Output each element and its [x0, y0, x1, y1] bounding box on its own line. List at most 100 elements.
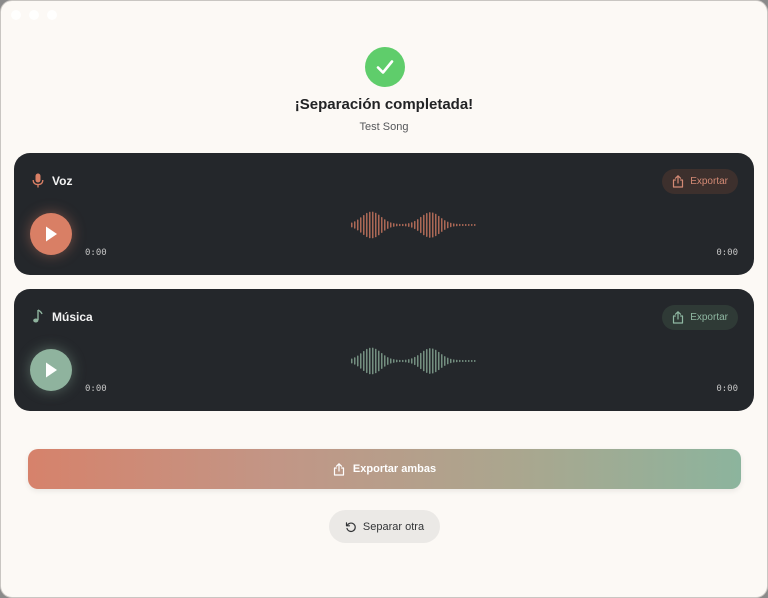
waveform-bar	[390, 222, 392, 228]
waveform-bar	[399, 223, 401, 227]
waveform-bar	[417, 219, 419, 231]
waveform-bar	[465, 223, 467, 227]
waveform-bar	[444, 220, 446, 230]
export-all-label: Exportar ambas	[352, 463, 437, 475]
waveform-bar	[432, 348, 434, 374]
waveform-bar	[399, 359, 401, 363]
waveform-bar	[357, 219, 359, 231]
export-voice-button[interactable]: Exportar	[662, 169, 738, 194]
waveform-bar	[414, 220, 416, 230]
waveform-bar	[360, 217, 362, 233]
separate-another-button[interactable]: Separar otra	[329, 510, 440, 543]
waveform-bar	[423, 214, 425, 236]
waveform-bar	[390, 358, 392, 364]
export-label: Exportar	[690, 312, 728, 323]
waveform-bar	[387, 221, 389, 229]
waveform-bar	[420, 216, 422, 234]
export-music-button[interactable]: Exportar	[662, 305, 738, 330]
play-icon	[46, 362, 57, 378]
share-icon	[673, 311, 684, 324]
waveform-bar	[474, 359, 476, 363]
waveform-bar	[462, 223, 464, 227]
waveform-bar	[441, 354, 443, 368]
window-controls	[11, 10, 57, 20]
waveform-bar	[381, 217, 383, 233]
duration: 0:00	[716, 248, 738, 258]
play-voice-button[interactable]	[30, 213, 72, 255]
waveform-bar	[369, 211, 371, 239]
waveform-bar	[393, 359, 395, 363]
track-header: Voz	[32, 173, 72, 188]
waveform-bar	[429, 212, 431, 238]
minimize-window-button[interactable]	[29, 10, 39, 20]
waveform-bar	[450, 222, 452, 228]
waveform-bar	[378, 350, 380, 372]
waveform-bar	[426, 348, 428, 374]
waveform-bar	[408, 359, 410, 363]
waveform-bar	[393, 223, 395, 227]
share-icon	[673, 175, 684, 188]
waveform-bar	[396, 223, 398, 227]
waveform-bar	[375, 212, 377, 238]
waveform-bar	[363, 214, 365, 236]
waveform-bar	[444, 356, 446, 366]
waveform-bar	[405, 359, 407, 363]
waveform-bar	[363, 350, 365, 372]
microphone-icon	[32, 173, 44, 188]
waveform-bar	[420, 352, 422, 370]
waveform-bar	[450, 358, 452, 364]
current-time: 0:00	[85, 384, 107, 394]
zoom-window-button[interactable]	[47, 10, 57, 20]
waveform-music	[351, 347, 476, 375]
play-icon	[46, 226, 57, 242]
export-all-button[interactable]: Exportar ambas	[28, 449, 741, 489]
waveform-bar	[369, 347, 371, 375]
waveform-bar	[411, 222, 413, 228]
waveform-bar	[438, 351, 440, 371]
play-music-button[interactable]	[30, 349, 72, 391]
waveform-bar	[366, 212, 368, 238]
export-label: Exportar	[690, 176, 728, 187]
separate-another-label: Separar otra	[362, 520, 425, 533]
waveform-bar	[465, 359, 467, 363]
waveform-bar	[402, 223, 404, 227]
waveform-bar	[357, 355, 359, 367]
close-window-button[interactable]	[11, 10, 21, 20]
waveform-bar	[351, 358, 353, 364]
waveform-bar	[354, 221, 356, 229]
track-label: Voz	[52, 173, 73, 188]
waveform-bar	[423, 350, 425, 372]
success-check-icon	[365, 47, 405, 87]
waveform-bar	[426, 212, 428, 238]
waveform-bar	[378, 214, 380, 236]
waveform-bar	[384, 355, 386, 367]
waveform-bar	[372, 211, 374, 239]
page-title: ¡Separación completada!	[294, 96, 474, 113]
waveform-bar	[474, 223, 476, 227]
waveform-bar	[405, 223, 407, 227]
waveform-bar	[435, 349, 437, 373]
share-icon	[333, 462, 345, 476]
waveform-bar	[462, 359, 464, 363]
waveform-bar	[438, 215, 440, 235]
waveform-bar	[429, 348, 431, 374]
waveform-bar	[354, 357, 356, 365]
waveform-bar	[453, 359, 455, 363]
track-label: Música	[52, 309, 93, 324]
track-card-voice: Voz Exportar 0:00 0:00	[14, 153, 754, 275]
waveform-bar	[414, 356, 416, 366]
waveform-bar	[402, 359, 404, 363]
song-name: Test Song	[359, 121, 409, 133]
waveform-bar	[471, 223, 473, 227]
waveform-voice	[351, 211, 476, 239]
track-card-music: Música Exportar 0:00 0:00	[14, 289, 754, 411]
waveform-bar	[375, 348, 377, 374]
waveform-bar	[435, 213, 437, 237]
waveform-bar	[396, 359, 398, 363]
waveform-bar	[411, 358, 413, 364]
waveform-bar	[456, 359, 458, 363]
waveform-bar	[432, 212, 434, 238]
waveform-bar	[417, 355, 419, 367]
waveform-bar	[360, 353, 362, 369]
duration: 0:00	[716, 384, 738, 394]
